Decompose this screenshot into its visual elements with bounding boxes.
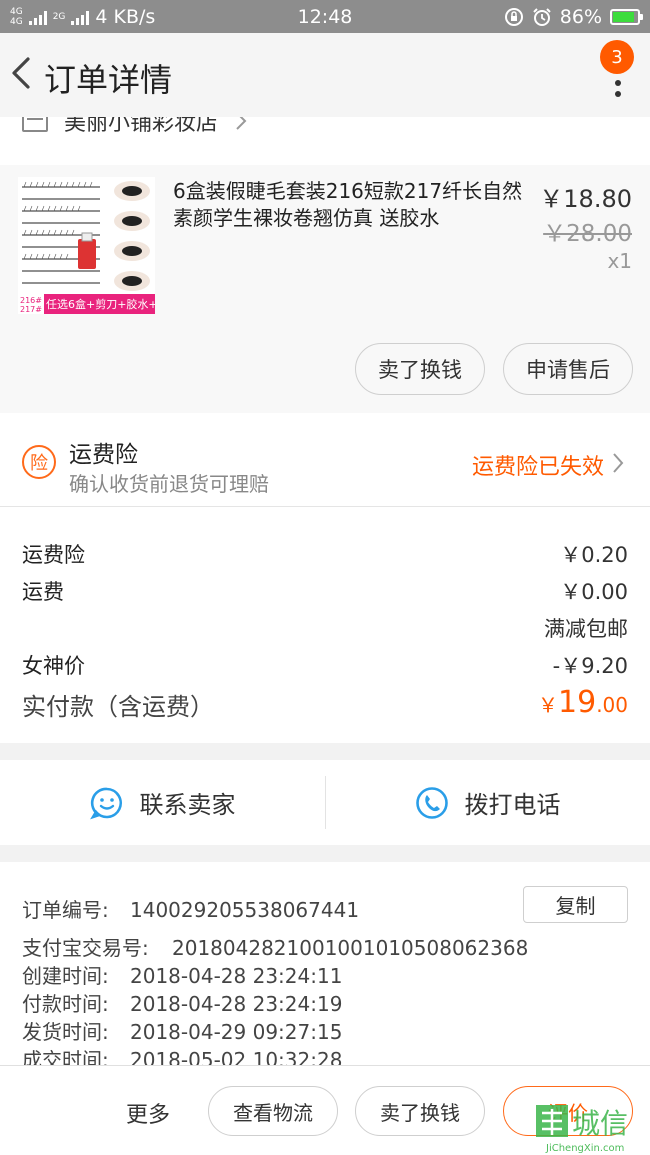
completed-time-row: 成交时间: 2018-05-02 10:32:28 — [22, 1044, 342, 1065]
shipping-insurance-row[interactable]: 险 运费险 确认收货前退货可理赔 运费险已失效 — [0, 413, 650, 507]
product-title[interactable]: 6盒装假睫毛套装216短款217纤长自然素颜学生裸妆卷翘仿真 送胶水 — [173, 178, 523, 232]
after-sales-button[interactable]: 申请售后 — [503, 343, 633, 395]
order-info: 订单编号: 140029205538067441 复制 支付宝交易号: 201804… — [0, 862, 650, 1065]
status-left: 4G 4G 2G 4 KB/s — [10, 6, 250, 28]
divider — [325, 776, 326, 829]
phone-icon — [415, 786, 448, 819]
product-image[interactable]: 216# 217# 任选6盒+剪刀+胶水+镊子 — [18, 177, 155, 314]
completed-time-label: 成交时间: — [22, 1048, 109, 1065]
insurance-title: 运费险 — [69, 442, 138, 468]
paid-time-label: 付款时间: — [22, 992, 109, 1016]
signal-icon-2 — [71, 9, 90, 25]
site-watermark: 城信 JiChengXin.com — [536, 1105, 628, 1154]
contact-seller-label: 联系卖家 — [139, 791, 236, 819]
order-number-label: 订单编号: — [22, 898, 109, 922]
total-currency: ￥ — [538, 693, 558, 717]
page-title: 订单详情 — [44, 61, 173, 99]
contact-seller-button[interactable]: 联系卖家 — [0, 760, 325, 845]
cost-label-insurance: 运费险 — [22, 543, 85, 567]
status-bar: 4G 4G 2G 4 KB/s 12:48 86% — [0, 0, 650, 33]
navigation-header: 订单详情 3 — [0, 33, 650, 117]
svg-text:217#: 217# — [20, 305, 42, 314]
battery-level-fill — [613, 11, 634, 22]
network-type-2: 2G — [52, 11, 66, 22]
watermark-url: JiChengXin.com — [545, 1143, 624, 1154]
shipped-time: 2018-04-29 09:27:15 — [130, 1020, 343, 1044]
resell-button[interactable]: 卖了换钱 — [355, 343, 485, 395]
insurance-icon: 险 — [22, 445, 56, 479]
total-decimal: .00 — [596, 693, 628, 717]
chat-smile-icon — [89, 787, 122, 819]
cost-value-insurance: ￥0.20 — [560, 543, 628, 567]
shipped-time-label: 发货时间: — [22, 1020, 109, 1044]
svg-text:城信: 城信 — [572, 1107, 628, 1140]
cost-label-shipping: 运费 — [22, 580, 64, 604]
order-number: 140029205538067441 — [130, 898, 360, 922]
more-button[interactable]: 更多 — [126, 1097, 170, 1129]
insurance-status: 运费险已失效 — [471, 455, 604, 480]
product-original-price: ￥28.00 — [543, 221, 632, 247]
call-phone-label: 拨打电话 — [464, 791, 561, 819]
network-type-1: 4G 4G — [10, 6, 23, 27]
copy-button[interactable]: 复制 — [523, 886, 628, 923]
chevron-right-icon — [613, 453, 624, 473]
order-number-row: 订单编号: 140029205538067441 — [22, 894, 359, 923]
cost-breakdown: 运费险 ￥0.20 运费 ￥0.00 满减包邮 女神价 -￥9.20 实付款（含… — [0, 507, 650, 743]
battery-percent: 86% — [559, 5, 602, 28]
alarm-icon — [533, 7, 551, 26]
status-right: 86% — [504, 5, 643, 28]
alipay-trade-label: 支付宝交易号: — [22, 936, 149, 960]
alipay-trade-row: 支付宝交易号: 2018042821001001010508062368 — [22, 932, 528, 961]
cost-value-discount: -￥9.20 — [552, 654, 628, 678]
product-quantity: x1 — [607, 249, 632, 273]
shipped-time-row: 发货时间: 2018-04-29 09:27:15 — [22, 1016, 342, 1045]
created-time-row: 创建时间: 2018-04-28 23:24:11 — [22, 960, 342, 989]
paid-time: 2018-04-28 23:24:19 — [130, 992, 343, 1016]
created-time-label: 创建时间: — [22, 964, 109, 988]
completed-time: 2018-05-02 10:32:28 — [130, 1048, 343, 1065]
total-label: 实付款（含运费） — [22, 693, 214, 721]
alipay-trade-number: 2018042821001001010508062368 — [172, 936, 529, 960]
shop-row[interactable]: 美丽小铺彩妆店 — [0, 117, 650, 165]
lash-product-picture: 216# 217# 任选6盒+剪刀+胶水+镊子 — [18, 177, 155, 314]
paid-time-row: 付款时间: 2018-04-28 23:24:19 — [22, 988, 342, 1017]
insurance-subtitle: 确认收货前退货可理赔 — [69, 472, 269, 496]
call-phone-button[interactable]: 拨打电话 — [325, 760, 650, 845]
chevron-right-icon — [236, 117, 247, 130]
lock-rotation-icon — [504, 7, 523, 26]
total-amount: ￥19.00 — [538, 685, 628, 720]
cost-label-discount: 女神价 — [22, 654, 85, 678]
contact-bar: 联系卖家 拨打电话 — [0, 760, 650, 845]
product-card[interactable]: 216# 217# 任选6盒+剪刀+胶水+镊子 6盒装假睫毛套装216短款217… — [0, 165, 650, 413]
cost-value-shipping: ￥0.00 — [560, 580, 628, 604]
signal-icon — [28, 9, 47, 25]
battery-icon — [610, 8, 643, 25]
shop-icon — [22, 117, 48, 132]
back-arrow-icon[interactable] — [6, 53, 36, 93]
network-speed: 4 KB/s — [95, 5, 156, 28]
svg-text:216#: 216# — [20, 296, 42, 305]
notification-badge[interactable]: 3 — [600, 40, 634, 74]
product-image-caption: 任选6盒+剪刀+胶水+镊子 — [46, 297, 155, 311]
total-integer: 19 — [558, 685, 597, 720]
product-price: ￥18.80 — [539, 185, 632, 213]
shop-name: 美丽小铺彩妆店 — [64, 117, 219, 136]
resell-bottom-button[interactable]: 卖了换钱 — [355, 1086, 485, 1136]
created-time: 2018-04-28 23:24:11 — [130, 964, 343, 988]
free-shipping-note: 满减包邮 — [544, 617, 628, 641]
view-logistics-button[interactable]: 查看物流 — [208, 1086, 338, 1136]
